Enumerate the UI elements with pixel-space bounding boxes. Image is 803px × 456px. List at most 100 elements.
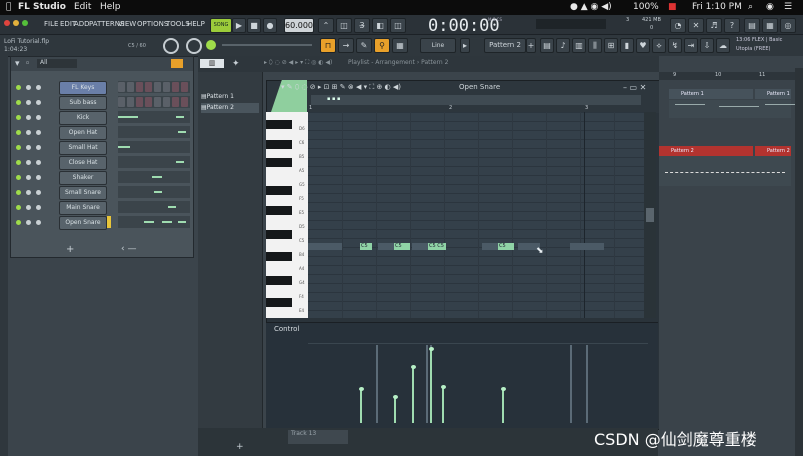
mic-icon[interactable]: ♬ (706, 18, 722, 33)
pattern-prev-icon[interactable]: ▸ (460, 38, 470, 53)
piano-roll-tools-icons[interactable]: ▾ ✎ ⬯ ◌ ⊘ ▸ ⊡ ⊞ ✎ ⊗ ◀ ▾ ⛶ ⊕ ◐ ◀) (281, 83, 401, 92)
track-label[interactable]: Track 13 (288, 430, 348, 444)
channel-mute-led-icon[interactable] (16, 160, 21, 165)
velocity-bar[interactable] (412, 367, 414, 423)
channel-pan-knob-icon[interactable] (26, 190, 31, 195)
channel-name-button[interactable]: Sub bass (59, 96, 107, 110)
channel-mute-led-icon[interactable] (16, 190, 21, 195)
zoom-window-icon[interactable] (22, 20, 28, 26)
black-key[interactable] (266, 120, 292, 129)
note-grid[interactable]: C5 C5 C5 C5 C5 ⬊ (308, 112, 644, 318)
black-key[interactable] (266, 298, 292, 307)
plugin-picker-icon[interactable]: ▮ (620, 38, 634, 53)
close-window-icon[interactable] (4, 20, 10, 26)
metronome-icon[interactable]: ⌃ (318, 18, 334, 33)
master-pitch-knob[interactable] (186, 38, 202, 54)
news-line2[interactable]: Utopia (FREE) (736, 46, 770, 52)
add-track-icon[interactable]: + (236, 442, 244, 452)
arr-clip-pattern2-a[interactable]: Pattern 2 (659, 146, 753, 156)
channel-pan-knob-icon[interactable] (26, 145, 31, 150)
channel-step-sequencer[interactable] (118, 96, 190, 108)
note[interactable]: C5 (394, 243, 410, 250)
pencil-icon[interactable]: ✎ (356, 38, 372, 53)
song-mode-toggle[interactable]: SONG (210, 18, 232, 33)
save-icon[interactable]: ▤ (744, 18, 760, 33)
browser-view-icon[interactable]: ⊞ (604, 38, 618, 53)
channel-step-sequencer[interactable] (118, 141, 190, 153)
countdown-icon[interactable]: 3̶ (354, 18, 370, 33)
playlist-plus-icon[interactable]: ✦ (232, 59, 240, 69)
arr-clip-pattern2-body[interactable] (659, 156, 791, 186)
channel-volume-knob-icon[interactable] (36, 85, 41, 90)
channel-pan-knob-icon[interactable] (26, 115, 31, 120)
pattern-item-1[interactable]: ▤Pattern 1 (201, 92, 259, 102)
stop-button[interactable]: ■ (247, 18, 261, 33)
cpu-icon[interactable]: ◔ (670, 18, 686, 33)
channel-step-sequencer[interactable] (118, 216, 190, 228)
black-key[interactable] (266, 252, 292, 261)
channel-pan-knob-icon[interactable] (26, 85, 31, 90)
menu-help[interactable]: Help (100, 2, 121, 12)
velocity-handle-icon[interactable] (501, 387, 506, 391)
channel-volume-knob-icon[interactable] (36, 130, 41, 135)
mixer-view-icon[interactable]: ⫼ (588, 38, 602, 53)
piano-roll-scrollbar[interactable] (311, 95, 641, 105)
rack-filter-select[interactable]: All (37, 59, 77, 68)
rack-scroll-icon[interactable]: ‹ — (121, 244, 136, 254)
channel-step-sequencer[interactable] (118, 126, 190, 138)
channel-mute-led-icon[interactable] (16, 145, 21, 150)
link-icon[interactable]: ⚲ (374, 38, 390, 53)
vscroll-thumb[interactable] (646, 208, 654, 222)
velocity-bar[interactable] (394, 397, 396, 423)
channel-pan-knob-icon[interactable] (26, 175, 31, 180)
download-icon[interactable]: ⇩ (700, 38, 714, 53)
add-channel-button[interactable]: + (66, 244, 74, 255)
pattern-picker-icon[interactable]: ▥ (200, 59, 224, 68)
channel-name-button[interactable]: Small Snare (59, 186, 107, 200)
channel-step-sequencer[interactable] (118, 171, 190, 183)
arrow-right-icon-2[interactable]: ⇥ (684, 38, 698, 53)
play-button[interactable]: ▶ (232, 18, 246, 33)
minimize-window-icon[interactable] (13, 20, 19, 26)
menu-options[interactable]: OPTIONS (137, 20, 168, 28)
channel-volume-knob-icon[interactable] (36, 145, 41, 150)
master-slider[interactable] (222, 44, 312, 46)
channel-step-sequencer[interactable] (118, 111, 190, 123)
news-line1[interactable]: 13:06 FLEX | Basic (736, 37, 782, 43)
pattern-select[interactable]: Pattern 2 (484, 38, 526, 53)
black-key[interactable] (266, 276, 292, 285)
channel-mute-led-icon[interactable] (16, 115, 21, 120)
notification-icon[interactable]: ☰ (784, 2, 792, 12)
velocity-handle-icon[interactable] (411, 365, 416, 369)
channel-name-button[interactable]: Open Hat (59, 126, 107, 140)
arr-clip-pattern1-b[interactable]: Pattern 1 (755, 89, 791, 99)
user-icon[interactable]: ◉ (766, 2, 774, 12)
wave-icon[interactable]: ↯ (668, 38, 682, 53)
channel-volume-knob-icon[interactable] (36, 190, 41, 195)
channel-name-button[interactable]: Open Snare (59, 216, 107, 230)
channel-pan-knob-icon[interactable] (26, 100, 31, 105)
channel-mute-led-icon[interactable] (16, 220, 21, 225)
velocity-handle-icon[interactable] (359, 387, 364, 391)
menu-fl-help[interactable]: HELP (187, 20, 205, 28)
loop-record-icon[interactable]: ◫ (390, 18, 406, 33)
pattern-item-2[interactable]: ▤Pattern 2 (201, 103, 259, 113)
channel-pan-knob-icon[interactable] (26, 220, 31, 225)
menu-view[interactable]: VIEW (118, 20, 136, 28)
channel-step-sequencer[interactable] (118, 156, 190, 168)
cloud-icon[interactable]: ☁ (716, 38, 730, 53)
script-output-icon[interactable]: ⟡ (652, 38, 666, 53)
arr-clip-pattern1-a[interactable]: Pattern 1 (669, 89, 753, 99)
channel-step-sequencer[interactable] (118, 201, 190, 213)
tools-icon[interactable]: ✕ (688, 18, 704, 33)
velocity-bar[interactable] (502, 389, 504, 423)
note[interactable]: C5 (498, 243, 514, 250)
channel-name-button[interactable]: Shaker (59, 171, 107, 185)
piano-roll-vscroll[interactable] (644, 112, 656, 318)
blend-icon[interactable]: ◧ (372, 18, 388, 33)
channel-step-sequencer[interactable] (118, 81, 190, 93)
arr-vscroll[interactable] (795, 68, 803, 456)
black-key[interactable] (266, 206, 292, 215)
black-key[interactable] (266, 140, 292, 149)
black-key[interactable] (266, 186, 292, 195)
